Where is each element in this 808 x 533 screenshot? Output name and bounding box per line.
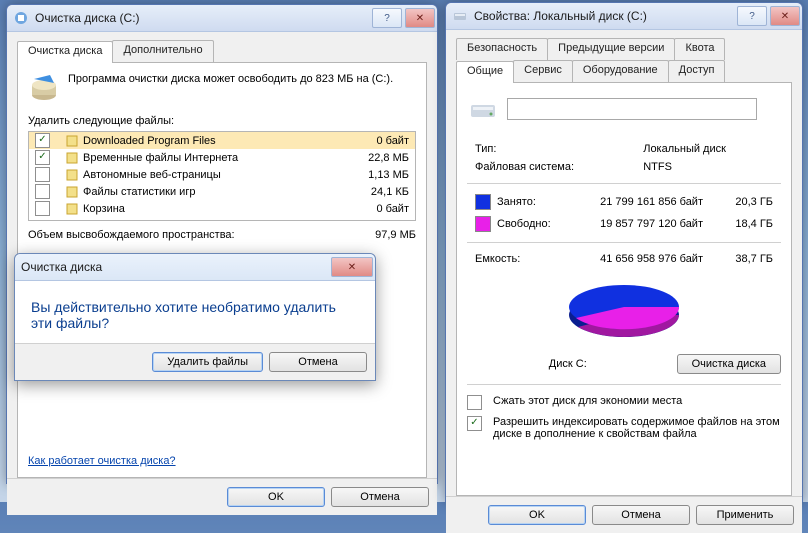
file-name: Downloaded Program Files: [83, 134, 216, 146]
confirm-message: Вы действительно хотите необратимо удали…: [31, 299, 359, 331]
file-size: 22,8 МБ: [343, 149, 415, 166]
properties-title: Свойства: Локальный диск (C:): [474, 9, 734, 23]
cleanup-tabpanel: Программа очистки диска может освободить…: [17, 63, 427, 478]
cleanup-cancel-button[interactable]: Отмена: [331, 487, 429, 507]
usage-pie-chart: [467, 275, 781, 348]
props-ok-button[interactable]: OK: [488, 505, 586, 525]
file-list-row[interactable]: Автономные веб-страницы 1,13 МБ: [29, 166, 415, 183]
cleanup-window: Очистка диска (C:) ? ✕ Очистка диска Доп…: [6, 4, 438, 484]
index-label: Разрешить индексировать содержимое файло…: [493, 416, 781, 440]
confirm-cancel-button[interactable]: Отмена: [269, 352, 367, 372]
compress-label: Сжать этот диск для экономии места: [493, 395, 781, 407]
cleanup-description: Программа очистки диска может освободить…: [68, 73, 416, 85]
file-checkbox[interactable]: [35, 201, 50, 216]
file-list-row[interactable]: ✓ Downloaded Program Files 0 байт: [29, 132, 415, 149]
file-list[interactable]: ✓ Downloaded Program Files 0 байт ✓ Временны…: [28, 131, 416, 221]
file-checkbox[interactable]: ✓: [35, 133, 50, 148]
used-color-icon: [475, 194, 491, 210]
delete-files-label: Удалить следующие файлы:: [28, 115, 416, 127]
tab-cleanup[interactable]: Очистка диска: [17, 41, 113, 63]
free-label: Свободно:: [497, 218, 551, 230]
freed-space-label: Объем высвобождаемого пространства:: [28, 229, 367, 241]
confirm-delete-button[interactable]: Удалить файлы: [152, 352, 263, 372]
type-value: Локальный диск: [637, 141, 779, 157]
tab-general[interactable]: Общие: [456, 61, 514, 83]
fs-label: Файловая система:: [469, 159, 635, 175]
cleanup-tabset: Очистка диска Дополнительно: [17, 40, 427, 63]
tab-access[interactable]: Доступ: [668, 60, 726, 82]
cleanup-titlebar: Очистка диска (C:) ? ✕: [7, 5, 437, 32]
file-type-icon: [65, 134, 79, 148]
confirm-close-button[interactable]: ✕: [331, 257, 373, 277]
file-name: Корзина: [83, 202, 125, 214]
file-list-row[interactable]: ✓ Временные файлы Интернета 22,8 МБ: [29, 149, 415, 166]
file-size: 0 байт: [343, 200, 415, 217]
close-button[interactable]: ✕: [405, 8, 435, 28]
tab-service[interactable]: Сервис: [513, 60, 573, 82]
file-checkbox[interactable]: ✓: [35, 150, 50, 165]
drive-large-icon: [467, 93, 499, 125]
tab-security[interactable]: Безопасность: [456, 38, 548, 60]
file-name: Временные файлы Интернета: [83, 151, 238, 163]
props-cancel-button[interactable]: Отмена: [592, 505, 690, 525]
used-label: Занято:: [497, 196, 536, 208]
free-color-icon: [475, 216, 491, 232]
capacity-bytes: 41 656 958 976 байт: [563, 251, 709, 267]
type-label: Тип:: [469, 141, 635, 157]
cleanup-ok-button[interactable]: OK: [227, 487, 325, 507]
capacity-label: Емкость:: [469, 251, 561, 267]
confirm-title: Очистка диска: [21, 260, 328, 274]
help-button[interactable]: ?: [372, 8, 402, 28]
confirm-dialog: Очистка диска ✕ Вы действительно хотите …: [14, 253, 376, 381]
free-gb: 18,4 ГБ: [711, 214, 779, 234]
help-link[interactable]: Как работает очистка диска?: [28, 455, 176, 467]
tab-hardware[interactable]: Оборудование: [572, 60, 669, 82]
file-size: 0 байт: [343, 132, 415, 149]
drive-name-input[interactable]: [507, 98, 757, 120]
capacity-gb: 38,7 ГБ: [711, 251, 779, 267]
cleanup-titlebar-icon: [13, 10, 29, 26]
file-type-icon: [65, 151, 79, 165]
props-help-button[interactable]: ?: [737, 6, 767, 26]
compress-checkbox[interactable]: [467, 395, 482, 410]
disk-cleanup-button[interactable]: Очистка диска: [677, 354, 781, 374]
used-gb: 20,3 ГБ: [711, 192, 779, 212]
file-type-icon: [65, 202, 79, 216]
properties-titlebar: Свойства: Локальный диск (C:) ? ✕: [446, 3, 802, 30]
file-checkbox[interactable]: [35, 167, 50, 182]
file-size: 1,13 МБ: [343, 166, 415, 183]
general-panel: Тип: Локальный диск Файловая система: NT…: [456, 83, 792, 496]
drive-label: Диск C:: [467, 358, 669, 370]
file-list-row[interactable]: Корзина 0 байт: [29, 200, 415, 217]
file-name: Автономные веб-страницы: [83, 168, 221, 180]
tab-previous-versions[interactable]: Предыдущие версии: [547, 38, 675, 60]
fs-value: NTFS: [637, 159, 779, 175]
props-close-button[interactable]: ✕: [770, 6, 800, 26]
free-bytes: 19 857 797 120 байт: [563, 214, 709, 234]
file-checkbox[interactable]: [35, 184, 50, 199]
file-list-row[interactable]: Файлы статистики игр 24,1 КБ: [29, 183, 415, 200]
file-size: 24,1 КБ: [343, 183, 415, 200]
file-type-icon: [65, 168, 79, 182]
index-checkbox[interactable]: ✓: [467, 416, 482, 431]
tab-additional[interactable]: Дополнительно: [112, 40, 213, 62]
tab-quota[interactable]: Квота: [674, 38, 725, 60]
cleanup-title: Очистка диска (C:): [35, 11, 369, 25]
disk-cleanup-icon: [28, 73, 60, 105]
used-bytes: 21 799 161 856 байт: [563, 192, 709, 212]
props-apply-button[interactable]: Применить: [696, 505, 794, 525]
properties-window: Свойства: Локальный диск (C:) ? ✕ Безопа…: [445, 2, 803, 502]
drive-icon: [452, 8, 468, 24]
file-type-icon: [65, 185, 79, 199]
freed-space-value: 97,9 МБ: [375, 229, 416, 241]
file-name: Файлы статистики игр: [83, 185, 195, 197]
